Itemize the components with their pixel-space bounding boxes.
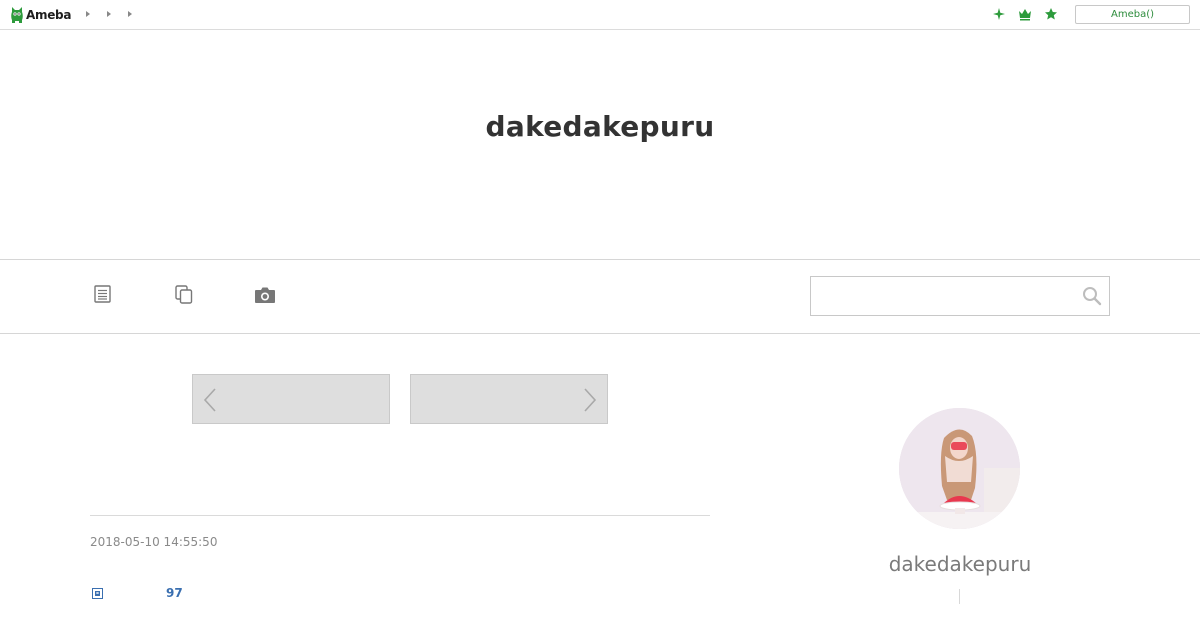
blog-title[interactable]: dakedakepuru: [0, 110, 1200, 143]
divider: [0, 259, 1200, 260]
profile-name[interactable]: dakedakepuru: [840, 552, 1080, 576]
next-entry-button[interactable]: [410, 374, 608, 424]
chevron-left-icon: [203, 388, 216, 412]
ameba-header-bar: Ameba Ameba(): [0, 0, 1200, 30]
previous-entry-button[interactable]: [192, 374, 390, 424]
reblog-icon[interactable]: [92, 588, 103, 599]
entry-list-icon[interactable]: [94, 285, 111, 303]
breadcrumb-arrow-icon[interactable]: [128, 11, 132, 17]
crown-icon[interactable]: [1018, 7, 1032, 21]
theme-list-icon[interactable]: [175, 285, 193, 304]
profile-avatar[interactable]: [899, 408, 1020, 529]
photo-camera-icon[interactable]: [254, 286, 276, 304]
breadcrumb-arrow-icon[interactable]: [107, 11, 111, 17]
star-icon[interactable]: [1044, 7, 1058, 21]
divider: [0, 333, 1200, 334]
ameba-account-button[interactable]: Ameba(): [1075, 5, 1190, 24]
blog-search-box[interactable]: [810, 276, 1110, 316]
header-icon-group: [992, 7, 1070, 21]
ameba-logo[interactable]: Ameba: [10, 5, 71, 25]
profile-separator: [959, 589, 960, 604]
entry-divider: [90, 515, 710, 516]
ameba-logo-text: Ameba: [26, 8, 72, 22]
ameba-mascot-icon: [11, 7, 23, 23]
breadcrumb-arrow-icon[interactable]: [86, 11, 90, 17]
entry-date: 2018-05-10 14:55:50: [90, 535, 218, 549]
search-icon[interactable]: [1082, 286, 1102, 306]
chevron-right-icon: [584, 388, 597, 412]
breadcrumb: [86, 11, 149, 17]
like-count[interactable]: 97: [166, 586, 183, 600]
sparkle-icon[interactable]: [992, 7, 1006, 21]
profile-photo: [899, 408, 1020, 529]
